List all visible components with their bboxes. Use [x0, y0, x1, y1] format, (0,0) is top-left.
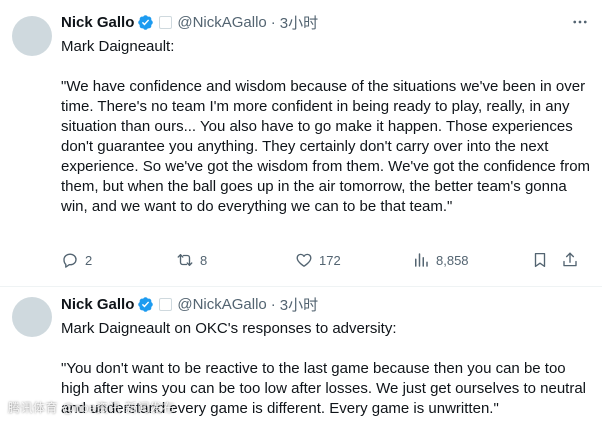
reply-count: 2 [85, 252, 93, 268]
views-count: 8,858 [436, 252, 469, 268]
timestamp[interactable]: 3小时 [280, 12, 318, 33]
avatar[interactable] [12, 297, 52, 337]
verified-badge-icon [137, 14, 154, 31]
tweet-header: Nick Gallo @NickAGallo · 3小时 [61, 294, 590, 314]
affiliate-badge-icon [159, 15, 173, 29]
tweet-header: Nick Gallo @NickAGallo · 3小时 [61, 12, 590, 32]
avatar[interactable] [12, 16, 52, 56]
share-button[interactable] [561, 250, 579, 270]
tweet[interactable]: Nick Gallo @NickAGallo · 3小时 Mark Daigne… [0, 0, 602, 287]
like-button[interactable]: 172 [295, 250, 341, 270]
author-handle[interactable]: @NickAGallo [177, 296, 266, 313]
bookmark-icon [531, 251, 549, 269]
reply-button[interactable]: 2 [61, 250, 92, 270]
author-name[interactable]: Nick Gallo [61, 296, 134, 313]
heart-icon [295, 251, 313, 269]
more-options-icon[interactable] [570, 12, 590, 32]
timestamp[interactable]: 3小时 [280, 294, 318, 315]
tweet-text: Mark Daigneault: "We have confidence and… [61, 37, 591, 217]
tweet-actions: 2 8 172 8,858 [61, 250, 586, 270]
tweet[interactable]: Nick Gallo @NickAGallo · 3小时 Mark Daigne… [0, 287, 602, 423]
header-separator: · [270, 295, 276, 313]
bookmark-button[interactable] [531, 250, 549, 270]
like-count: 172 [319, 252, 341, 268]
repost-count: 8 [200, 252, 208, 268]
affiliate-badge-icon [159, 297, 173, 311]
share-icon [561, 251, 579, 269]
tweet-paragraph: Mark Daigneault: [61, 38, 175, 55]
tweet-paragraph: Mark Daigneault on OKC's responses to ad… [61, 320, 397, 337]
verified-badge-icon [137, 296, 154, 313]
views-chart-icon [412, 251, 430, 269]
header-separator: · [270, 13, 276, 31]
reply-icon [61, 251, 79, 269]
views-button[interactable]: 8,858 [412, 250, 469, 270]
tweet-text: Mark Daigneault on OKC's responses to ad… [61, 319, 591, 419]
tweet-paragraph: "You don't want to be reactive to the la… [61, 360, 586, 417]
repost-button[interactable]: 8 [176, 250, 207, 270]
author-name[interactable]: Nick Gallo [61, 14, 134, 31]
author-handle[interactable]: @NickAGallo [177, 14, 266, 31]
repost-icon [176, 251, 194, 269]
tweet-paragraph: "We have confidence and wisdom because o… [61, 78, 591, 215]
